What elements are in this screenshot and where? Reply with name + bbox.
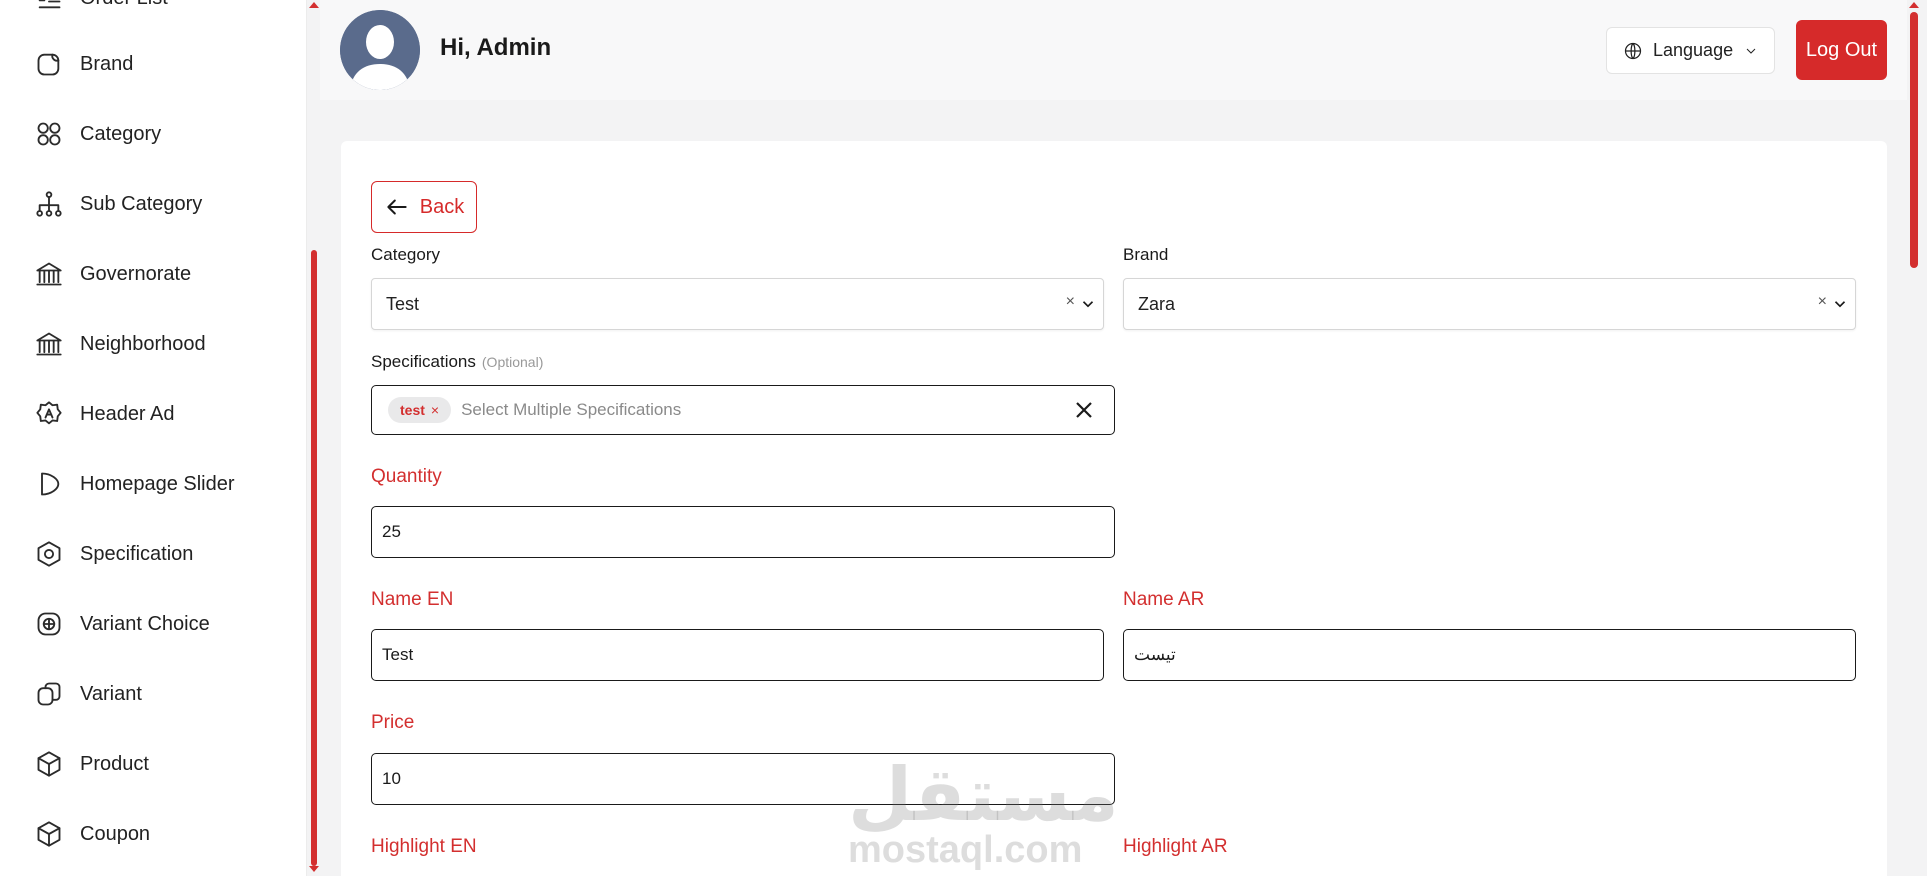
name-ar-input[interactable]: تيست (1123, 629, 1856, 681)
plus-square-icon (34, 609, 64, 639)
back-button[interactable]: Back (371, 181, 477, 233)
chevron-down-icon (1746, 48, 1756, 54)
sidebar-item-header-ad[interactable]: Header Ad (34, 394, 175, 434)
highlight-ar-label: Highlight AR (1123, 836, 1228, 857)
sidebar: Order List Brand Category Sub Category G (0, 0, 307, 876)
sidebar-item-variant[interactable]: Variant (34, 674, 142, 714)
watermark: مستقل mostaql.com (848, 752, 1119, 871)
brand-label: Brand (1123, 245, 1169, 264)
brand-select[interactable]: Zara × (1123, 278, 1856, 330)
back-label: Back (419, 195, 465, 218)
sidebar-item-label: Specification (80, 542, 194, 565)
building-icon (34, 329, 64, 359)
name-ar-value: تيست (1134, 645, 1176, 664)
specifications-placeholder: Select Multiple Specifications (461, 400, 682, 419)
variant-icon (34, 679, 64, 709)
building-icon (34, 259, 64, 289)
sidebar-item-label: Category (80, 122, 162, 145)
watermark-arabic: مستقل (848, 752, 1119, 838)
brand-value: Zara (1138, 293, 1176, 314)
chip-remove-icon[interactable]: × (431, 402, 439, 418)
sidebar-item-neighborhood[interactable]: Neighborhood (34, 324, 206, 364)
sidebar-item-homepage-slider[interactable]: Homepage Slider (34, 464, 235, 504)
sidebar-scrollbar[interactable] (311, 250, 317, 866)
sidebar-item-product[interactable]: Product (34, 744, 149, 784)
category-label: Category (371, 245, 440, 264)
quantity-value: 25 (382, 522, 401, 541)
sidebar-item-brand[interactable]: Brand (34, 44, 133, 84)
category-icon (34, 119, 64, 149)
price-value: 10 (382, 769, 401, 788)
name-en-input[interactable]: Test (371, 629, 1104, 681)
specification-chip: test × (388, 397, 452, 423)
logout-button[interactable]: Log Out (1796, 20, 1887, 80)
sidebar-item-specification[interactable]: Specification (34, 534, 193, 574)
sidebar-item-label: Variant (80, 682, 142, 705)
main-scrollbar[interactable] (1910, 12, 1918, 268)
sidebar-item-label: Variant Choice (80, 612, 210, 635)
language-dropdown[interactable]: Language (1606, 27, 1775, 74)
user-silhouette-icon (340, 10, 420, 90)
price-label: Price (371, 712, 415, 733)
sidebar-item-label: Product (80, 752, 149, 775)
globe-icon (1624, 42, 1642, 59)
sidebar-item-label: Header Ad (80, 402, 175, 425)
sidebar-item-order-list[interactable]: Order List (34, 0, 168, 18)
sidebar-item-label: Homepage Slider (80, 472, 235, 495)
close-icon[interactable] (1072, 398, 1096, 422)
list-icon (34, 0, 64, 13)
sidebar-scroll-down-arrow[interactable] (309, 866, 319, 872)
sidebar-item-sub-category[interactable]: Sub Category (34, 184, 202, 224)
quantity-input[interactable]: 25 (371, 506, 1115, 558)
name-ar-label: Name AR (1123, 589, 1205, 610)
ad-badge-icon (34, 399, 64, 429)
specifications-multiselect[interactable]: test × Select Multiple Specifications (371, 385, 1115, 435)
watermark-latin: mostaql.com (848, 829, 1083, 871)
name-en-label: Name EN (371, 589, 454, 610)
slider-icon (34, 469, 64, 499)
category-value: Test (386, 293, 420, 314)
sidebar-item-label: Coupon (80, 822, 151, 845)
sidebar-item-label: Sub Category (80, 192, 203, 215)
hexagon-icon (34, 539, 64, 569)
greeting: Hi, Admin (440, 34, 552, 61)
sidebar-item-label: Governorate (80, 262, 192, 285)
quantity-label: Quantity (371, 466, 442, 487)
optional-hint: (Optional) (481, 354, 544, 370)
brand-clear-icon[interactable]: × (1818, 293, 1827, 311)
chevron-down-icon[interactable] (1831, 295, 1849, 313)
sidebar-item-variant-choice[interactable]: Variant Choice (34, 604, 210, 644)
sidebar-item-category[interactable]: Category (34, 114, 161, 154)
language-label: Language (1653, 40, 1734, 60)
highlight-en-label: Highlight EN (371, 836, 477, 857)
app-root: Order List Brand Category Sub Category G (0, 0, 1927, 876)
sidebar-item-coupon[interactable]: Coupon (34, 814, 150, 854)
top-header: Hi, Admin Language Log Out (320, 0, 1907, 100)
sidebar-item-label: Brand (80, 52, 134, 75)
box-icon (34, 819, 64, 849)
avatar (340, 10, 420, 90)
category-select[interactable]: Test × (371, 278, 1104, 330)
name-en-value: Test (382, 645, 414, 664)
sidebar-item-label: Order List (80, 0, 168, 10)
category-clear-icon[interactable]: × (1066, 293, 1075, 311)
chevron-down-icon[interactable] (1079, 295, 1097, 313)
main-scroll-up-arrow[interactable] (1909, 2, 1919, 8)
sitemap-icon (34, 189, 64, 219)
sidebar-item-label: Neighborhood (80, 332, 206, 355)
specifications-label-text: Specifications (371, 352, 476, 371)
box-icon (34, 749, 64, 779)
specifications-label: Specifications (Optional) (371, 352, 543, 372)
chip-label: test (400, 402, 425, 418)
sidebar-scroll-up-arrow[interactable] (309, 2, 319, 8)
arrow-left-icon (387, 199, 407, 215)
brand-icon (34, 49, 64, 79)
sidebar-item-governorate[interactable]: Governorate (34, 254, 191, 294)
